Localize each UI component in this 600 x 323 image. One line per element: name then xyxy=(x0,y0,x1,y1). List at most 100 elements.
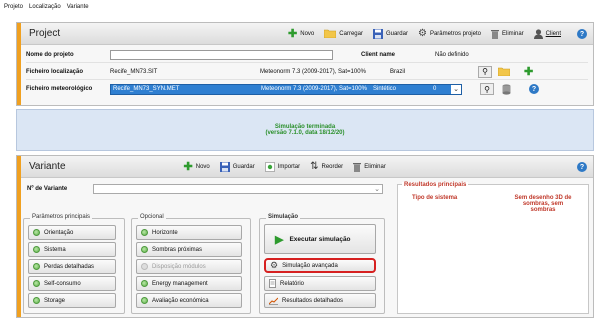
magnifier-icon[interactable]: ⚲ xyxy=(478,65,492,78)
horizon-label: Horizonte xyxy=(152,229,178,236)
meteo-num: 0 xyxy=(433,86,437,92)
project-client-button[interactable]: Client xyxy=(533,28,561,39)
menu-projeto[interactable]: Projeto xyxy=(4,4,23,10)
menu-variante[interactable]: Variante xyxy=(67,4,89,10)
run-simulation-label: Executar simulação xyxy=(289,235,351,243)
location-file: Recife_MN73.SIT xyxy=(110,68,158,75)
meteo-label: Ficheiro meteorológico xyxy=(26,86,93,92)
project-name-input[interactable] xyxy=(110,49,333,60)
report-button[interactable]: Relatório xyxy=(264,276,376,291)
variant-reorder-button[interactable]: ⇅ Reorder xyxy=(310,161,343,172)
variant-new-button[interactable]: ✚ Novo xyxy=(184,160,210,173)
plus-icon: ✚ xyxy=(288,28,298,40)
project-accent-bar xyxy=(17,23,21,105)
status-dot-icon xyxy=(141,246,148,253)
project-header: Project ✚ Novo Carregar Guardar ⚙ Parâme… xyxy=(17,23,593,45)
status-dot-icon xyxy=(33,229,40,236)
variant-number-label: Nº de Variante xyxy=(27,186,68,192)
self-consumption-label: Self-consumo xyxy=(44,280,81,287)
project-delete-button[interactable]: Eliminar xyxy=(490,29,524,39)
variant-accent-bar xyxy=(17,156,21,317)
variant-help-icon[interactable]: ? xyxy=(577,162,587,172)
meteo-help-icon[interactable]: ? xyxy=(529,84,539,94)
variant-number-select[interactable]: ⌄ xyxy=(93,184,383,194)
system-label: Sistema xyxy=(44,246,66,253)
project-new-label: Novo xyxy=(300,30,315,37)
variant-chevron-down-icon[interactable]: ⌄ xyxy=(374,185,380,193)
status-dot-icon xyxy=(141,280,148,287)
chart-icon xyxy=(269,297,278,305)
simulation-message-line2: (versão 7.1.0, data 18/12/20) xyxy=(265,130,345,136)
status-dot-icon xyxy=(33,297,40,304)
menu-localizacao[interactable]: Localização xyxy=(29,4,61,10)
detailed-losses-button[interactable]: Perdas detalhadas xyxy=(28,259,116,274)
plus-icon: ✚ xyxy=(183,161,193,173)
detailed-results-label: Resultados detalhados xyxy=(282,297,344,304)
floppy-icon xyxy=(372,28,383,39)
folder-open-icon[interactable] xyxy=(498,67,510,76)
project-load-button[interactable]: Carregar xyxy=(324,29,363,38)
energy-management-button[interactable]: Energy management xyxy=(136,276,242,291)
project-delete-label: Eliminar xyxy=(501,30,524,37)
detailed-results-button[interactable]: Resultados detalhados xyxy=(264,293,376,308)
folder-icon xyxy=(324,29,337,38)
project-params-label: Parâmetros projeto xyxy=(429,30,481,37)
location-country: Brazil xyxy=(390,68,406,75)
project-client-label: Client xyxy=(545,30,561,37)
project-help-icon[interactable]: ? xyxy=(577,29,587,39)
project-load-label: Carregar xyxy=(339,30,363,37)
database-icon[interactable] xyxy=(502,83,511,95)
system-button[interactable]: Sistema xyxy=(28,242,116,257)
variant-delete-button[interactable]: Eliminar xyxy=(353,162,386,172)
variant-header: Variante ✚ Novo Guardar Importar ⇅ Reord… xyxy=(17,156,593,178)
variant-title: Variante xyxy=(29,161,66,172)
storage-button[interactable]: Storage xyxy=(28,293,116,308)
floppy-icon xyxy=(219,161,230,172)
client-name-label: Client name xyxy=(361,51,396,58)
client-name-value: Não definido xyxy=(435,51,469,58)
variant-reorder-label: Reorder xyxy=(321,163,344,170)
near-shadings-label: Sombras próximas xyxy=(152,246,203,253)
meteo-row: Ficheiro meteorológico Recife_MN73_SYN.M… xyxy=(26,81,588,97)
results-system-type-label: Tipo de sistema xyxy=(412,195,458,201)
results-shading-note: Sem desenho 3D de sombras, sem sombras xyxy=(514,195,572,213)
project-new-button[interactable]: ✚ Novo xyxy=(288,27,314,40)
results-group: Resultados principais Tipo de sistema Se… xyxy=(397,182,589,314)
project-save-label: Guardar xyxy=(385,30,408,37)
variant-number-row: Nº de Variante ⌄ xyxy=(27,184,383,194)
status-dot-icon xyxy=(141,229,148,236)
run-simulation-button[interactable]: ▶ Executar simulação xyxy=(264,224,376,254)
project-params-button[interactable]: ⚙ Parâmetros projeto xyxy=(418,28,481,39)
variant-import-button[interactable]: Importar xyxy=(264,161,301,172)
variant-delete-label: Eliminar xyxy=(364,163,386,170)
variant-new-label: Novo xyxy=(195,163,210,170)
variant-save-button[interactable]: Guardar xyxy=(219,161,255,172)
detailed-losses-label: Perdas detalhadas xyxy=(44,263,95,270)
meteo-file: Recife_MN73_SYN.MET xyxy=(113,86,180,92)
module-layout-button[interactable]: Disposição módulos xyxy=(136,259,242,274)
self-consumption-button[interactable]: Self-consumo xyxy=(28,276,116,291)
gear-icon: ⚙ xyxy=(417,28,427,39)
horizon-button[interactable]: Horizonte xyxy=(136,225,242,240)
simulation-legend: Simulação xyxy=(266,214,301,220)
main-params-legend: Parâmetros principais xyxy=(30,214,93,220)
status-dot-icon xyxy=(141,263,148,270)
near-shadings-button[interactable]: Sombras próximas xyxy=(136,242,242,257)
meteo-file-select[interactable]: Recife_MN73_SYN.MET Meteonorm 7.3 (2009-… xyxy=(110,83,462,95)
status-dot-icon xyxy=(33,263,40,270)
orientation-button[interactable]: Orientação xyxy=(28,225,116,240)
advanced-simulation-label: Simulação avançada xyxy=(282,262,338,269)
module-layout-label: Disposição módulos xyxy=(152,263,206,270)
chevron-down-icon[interactable]: ⌄ xyxy=(451,84,461,94)
meteo-source: Meteonorm 7.3 (2009-2017), Sat=100% xyxy=(261,86,367,92)
variant-import-label: Importar xyxy=(277,163,301,170)
reorder-arrows-icon: ⇅ xyxy=(310,161,319,172)
status-dot-icon xyxy=(141,297,148,304)
report-icon xyxy=(269,279,276,288)
meteo-magnifier-icon[interactable]: ⚲ xyxy=(480,83,494,95)
project-save-button[interactable]: Guardar xyxy=(372,28,408,39)
economic-evaluation-button[interactable]: Avaliação económica xyxy=(136,293,242,308)
add-location-icon[interactable]: ✚ xyxy=(524,65,533,78)
advanced-simulation-button[interactable]: ⚙ Simulação avançada xyxy=(264,258,376,273)
user-icon xyxy=(533,28,543,39)
